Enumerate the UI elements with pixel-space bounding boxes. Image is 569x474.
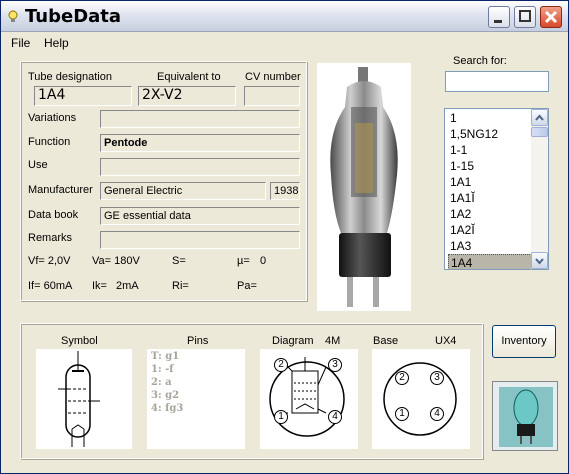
- close-icon: [544, 10, 558, 24]
- pin-circle: 3: [430, 371, 444, 385]
- function-label: Function: [28, 136, 71, 148]
- pins-label: Pins: [187, 335, 209, 347]
- list-item[interactable]: 1-1: [448, 142, 532, 158]
- app-logo: [492, 381, 558, 451]
- tube-list[interactable]: 1 1,5NG12 1-1 1-15 1A1 1A1Ĭ 1A2 1A2Ĭ 1A3 1A4: [444, 108, 549, 270]
- tube-designation-label: Tube designation: [28, 71, 112, 83]
- pentode-symbol-icon: [58, 351, 100, 447]
- scroll-down-icon: [535, 258, 544, 265]
- pin-diagram: 2 3 1 4: [260, 349, 358, 449]
- if-value: If= 60mA: [28, 280, 73, 292]
- cv-number-label: CV number: [245, 71, 301, 83]
- manufacturer-label: Manufacturer: [28, 184, 93, 196]
- lightbulb-icon: [8, 10, 18, 22]
- pin-circle: 1: [274, 410, 288, 424]
- variations-field[interactable]: [100, 110, 300, 128]
- remarks-field[interactable]: [100, 231, 300, 249]
- s-value: S=: [172, 255, 186, 267]
- scroll-down-button[interactable]: [531, 252, 548, 269]
- pin-entry: 2: a: [151, 377, 172, 388]
- list-item[interactable]: 1A1: [448, 174, 532, 190]
- tube-symbol: [36, 349, 132, 449]
- ri-value: Ri=: [172, 280, 189, 292]
- list-scrollbar[interactable]: [531, 109, 548, 269]
- diagram-label: Diagram: [272, 335, 314, 347]
- pin-circle: 1: [395, 407, 409, 421]
- menu-help[interactable]: Help: [44, 36, 69, 50]
- scroll-up-button[interactable]: [531, 109, 548, 126]
- base-type: UX4: [435, 335, 457, 347]
- title-bar[interactable]: TubeData: [1, 1, 568, 32]
- search-input[interactable]: [445, 71, 549, 92]
- menu-file[interactable]: File: [11, 36, 30, 50]
- list-item[interactable]: 1-15: [448, 158, 532, 174]
- cv-number-field[interactable]: [244, 86, 300, 106]
- use-label: Use: [28, 159, 48, 171]
- mu-label: µ=: [237, 255, 250, 267]
- base-diagram: 2 3 1 4: [372, 349, 470, 449]
- diagram-code: 4M: [325, 335, 341, 347]
- minimize-icon: [494, 20, 502, 23]
- pin-circle: 4: [430, 407, 444, 421]
- function-field[interactable]: Pentode: [100, 134, 300, 152]
- pin-entry: T: g1: [151, 351, 180, 362]
- list-item[interactable]: 1A4: [448, 254, 532, 269]
- list-item[interactable]: 1A2: [448, 206, 532, 222]
- search-label: Search for:: [453, 55, 507, 67]
- main-window: TubeData File Help Tube designation Equi…: [0, 0, 569, 474]
- maximize-icon: [519, 10, 531, 22]
- pin-entry: 3: g2: [151, 390, 180, 401]
- tube-logo-icon: [493, 382, 557, 450]
- list-item[interactable]: 1A3: [448, 238, 532, 254]
- pins-box: T: g1 1: -f 2: a 3: g2 4: fg3: [147, 349, 245, 449]
- variations-label: Variations: [28, 112, 77, 124]
- remarks-label: Remarks: [28, 232, 73, 244]
- window-title: TubeData: [25, 6, 122, 27]
- pin-circle: 2: [274, 358, 288, 372]
- list-item[interactable]: 1A2Ĭ: [448, 222, 532, 238]
- list-item[interactable]: 1,5NG12: [448, 126, 532, 142]
- pin-circle: 2: [395, 371, 409, 385]
- minimize-button[interactable]: [488, 6, 510, 28]
- base-label: Base: [373, 335, 399, 347]
- scroll-thumb[interactable]: [531, 127, 548, 137]
- ik-value: 2mA: [116, 280, 139, 292]
- base-circle-drawing: [383, 362, 457, 436]
- menu-bar: File Help: [1, 33, 568, 53]
- inventory-button[interactable]: Inventory: [492, 325, 556, 358]
- pin-entry: 4: fg3: [151, 403, 184, 414]
- equivalent-field[interactable]: 2X-V2: [138, 86, 236, 106]
- list-item[interactable]: 1A1Ĭ: [448, 190, 532, 206]
- ik-label: Ik=: [92, 280, 107, 292]
- va-value: Va= 180V: [92, 255, 140, 267]
- maximize-button[interactable]: [514, 6, 536, 28]
- pin-entry: 1: -f: [151, 364, 174, 375]
- scroll-up-icon: [535, 114, 544, 121]
- tube-designation-field[interactable]: 1A4: [34, 86, 132, 106]
- tube-photo: [317, 63, 411, 311]
- year-field[interactable]: 1938: [270, 182, 300, 200]
- symbol-label: Symbol: [61, 335, 98, 347]
- use-field[interactable]: [100, 158, 300, 176]
- pa-value: Pa=: [237, 280, 257, 292]
- manufacturer-field[interactable]: General Electric: [100, 182, 266, 200]
- mu-value: 0: [260, 255, 267, 267]
- pin-circle: 4: [328, 410, 342, 424]
- vf-value: Vf= 2,0V: [28, 255, 71, 267]
- close-button[interactable]: [540, 6, 562, 28]
- tube-image: [330, 67, 398, 307]
- pin-circle: 3: [328, 358, 342, 372]
- data-book-label: Data book: [28, 209, 79, 221]
- data-book-field[interactable]: GE essential data: [100, 207, 300, 225]
- list-item[interactable]: 1: [448, 110, 532, 126]
- equivalent-label: Equivalent to: [157, 71, 221, 83]
